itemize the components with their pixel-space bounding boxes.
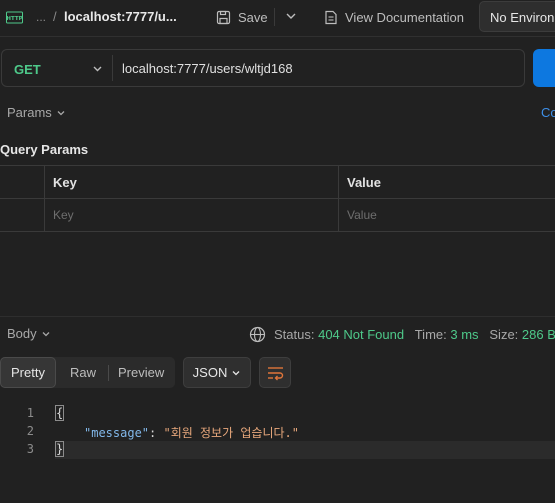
docs-label: View Documentation: [345, 9, 464, 25]
column-header-value: Value: [347, 175, 381, 190]
format-label: JSON: [192, 365, 228, 380]
current-line-highlight: [55, 441, 555, 459]
save-button[interactable]: Save: [216, 7, 268, 27]
line-number: 1: [26, 406, 34, 420]
size-label: Size:: [489, 327, 519, 342]
json-line[interactable]: "message": "회원 정보가 업습니다.": [84, 424, 299, 441]
json-key: "message": [84, 426, 150, 440]
tab-preview[interactable]: Preview: [118, 365, 164, 380]
params-tab-label: Params: [7, 105, 52, 120]
chevron-down-icon: [232, 370, 240, 375]
grid-line: [0, 231, 555, 232]
grid-line: [0, 165, 555, 166]
param-value-input[interactable]: Value: [347, 208, 377, 222]
save-label: Save: [238, 9, 268, 25]
chevron-down-icon[interactable]: [284, 9, 298, 23]
environment-selector[interactable]: No Environment: [479, 1, 555, 32]
json-colon: :: [149, 426, 164, 440]
request-title[interactable]: localhost:7777/u...: [64, 9, 177, 24]
cookies-link[interactable]: Co: [541, 105, 555, 120]
line-number: 2: [26, 424, 34, 438]
time-value[interactable]: 3 ms: [450, 327, 478, 342]
column-header-key: Key: [53, 175, 77, 190]
status-label: Status:: [274, 327, 315, 342]
wrap-lines-icon: [268, 367, 284, 381]
save-divider: [274, 8, 275, 26]
send-button[interactable]: [533, 49, 555, 87]
globe-icon[interactable]: [249, 326, 266, 343]
chevron-down-icon[interactable]: [91, 62, 104, 75]
view-mode-divider: [108, 365, 109, 381]
wrap-lines-button[interactable]: [259, 357, 291, 388]
http-icon: HTTP: [6, 11, 23, 24]
chevron-down-icon: [57, 110, 65, 115]
response-divider[interactable]: [0, 316, 555, 317]
http-method-select[interactable]: GET: [14, 62, 41, 77]
grid-line: [0, 198, 555, 199]
url-input[interactable]: localhost:7777/users/wltjd168: [122, 61, 293, 76]
breadcrumb-ellipsis[interactable]: ...: [36, 10, 46, 24]
tab-pretty[interactable]: Pretty: [0, 357, 56, 388]
grid-line: [44, 165, 45, 232]
save-icon: [216, 10, 231, 24]
tab-response-body[interactable]: Body: [7, 326, 51, 341]
json-open-brace[interactable]: {: [54, 405, 65, 421]
grid-line: [338, 165, 339, 232]
status-value[interactable]: 404 Not Found: [318, 327, 404, 342]
response-meta: Status: 404 Not Found Time: 3 ms Size: 2…: [274, 327, 555, 342]
view-documentation-button[interactable]: View Documentation: [324, 7, 464, 27]
size-value[interactable]: 286 B: [522, 327, 555, 342]
document-icon: [325, 10, 337, 24]
format-select[interactable]: JSON: [183, 357, 251, 388]
svg-text:HTTP: HTTP: [6, 16, 22, 22]
body-tab-label: Body: [7, 326, 37, 341]
param-key-input[interactable]: Key: [53, 208, 74, 222]
method-divider: [112, 55, 113, 81]
json-string-value: "회원 정보가 업습니다.": [163, 426, 299, 440]
query-params-title: Query Params: [0, 142, 89, 157]
time-label: Time:: [414, 327, 447, 342]
tab-params[interactable]: Params: [7, 105, 66, 120]
breadcrumb-separator: /: [53, 9, 57, 24]
chevron-down-icon: [42, 331, 50, 336]
tab-raw[interactable]: Raw: [70, 365, 96, 380]
line-number: 3: [26, 442, 34, 456]
json-close-brace[interactable]: }: [54, 441, 65, 457]
